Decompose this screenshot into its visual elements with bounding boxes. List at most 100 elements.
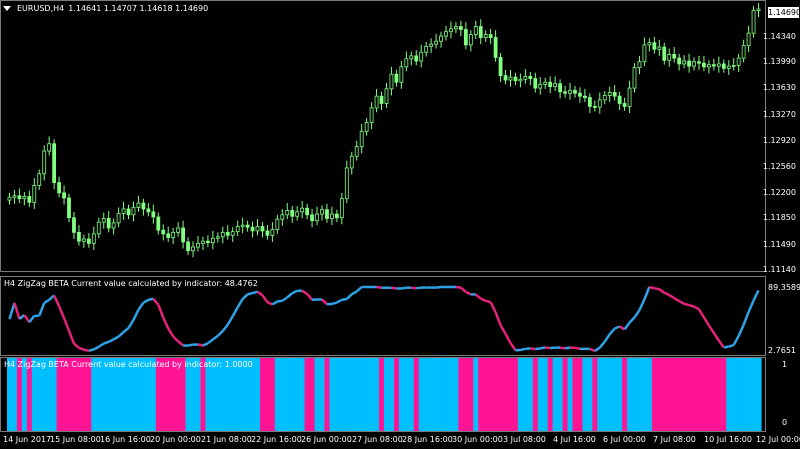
state-bar <box>537 358 544 431</box>
candle <box>22 192 27 206</box>
candle <box>523 69 528 84</box>
candle <box>513 72 518 86</box>
state-bar <box>180 358 187 431</box>
state-bar <box>711 358 717 431</box>
state-bar <box>155 358 162 431</box>
candle <box>538 77 543 95</box>
state-bar <box>602 358 608 431</box>
candle <box>62 185 66 205</box>
candle <box>275 214 280 234</box>
state-bar <box>741 358 747 431</box>
state-bar <box>582 358 588 431</box>
state-bar <box>344 358 350 431</box>
candle <box>439 31 443 48</box>
candle <box>121 201 126 220</box>
oscillator-segment <box>678 299 685 305</box>
oscillator-segment <box>574 346 581 351</box>
triangle-down-icon[interactable] <box>3 6 11 11</box>
price-tick: 1.13630 <box>762 83 796 92</box>
state-bar <box>269 358 276 431</box>
oscillator-segment <box>62 317 71 332</box>
state-bar <box>76 358 83 431</box>
time-tick: 7 Jul 08:00 <box>653 435 696 444</box>
oscillator-segment <box>480 297 487 302</box>
indicator-pane-1[interactable]: H4 ZigZag BETA Current value calculated … <box>0 276 766 356</box>
oscillator-segment <box>638 298 646 311</box>
state-bar <box>165 358 172 431</box>
indicator-pane-2[interactable]: H4 ZigZag BETA Current value calculated … <box>0 357 766 432</box>
price-tick: 1.11140 <box>762 265 796 274</box>
candle <box>344 160 349 204</box>
candle <box>657 39 662 56</box>
oscillator-segment <box>216 330 224 337</box>
state-bar <box>26 358 33 431</box>
candle <box>325 203 329 223</box>
oscillator-segment <box>628 316 636 324</box>
oscillator-segment <box>221 324 229 332</box>
candle <box>379 91 384 111</box>
oscillator-segment <box>401 286 407 290</box>
candle <box>186 237 190 256</box>
state-bar <box>299 358 306 431</box>
candle <box>672 47 677 63</box>
candle <box>330 206 334 226</box>
state-bar <box>215 358 221 431</box>
candle <box>47 136 52 156</box>
oscillator-segment <box>13 302 21 320</box>
time-axis[interactable]: 14 Jun 2017 15 Jun 08:00 16 Jun 16:00 20… <box>0 432 800 449</box>
candle <box>290 206 295 223</box>
candle <box>126 204 131 220</box>
oscillator-segment <box>654 287 660 291</box>
candle <box>493 30 498 62</box>
oscillator-segment <box>252 290 258 295</box>
indicator-1-min: 2.7651 <box>768 346 796 355</box>
state-bar <box>140 358 147 431</box>
state-bar <box>160 358 167 431</box>
state-bar <box>388 358 395 431</box>
candle <box>215 232 220 243</box>
oscillator-segment <box>172 335 180 343</box>
oscillator-segment <box>67 330 76 345</box>
state-bar <box>473 358 479 431</box>
candle <box>642 37 647 67</box>
candle <box>339 192 344 225</box>
oscillator-segment <box>281 296 288 302</box>
oscillator-segment <box>618 325 626 331</box>
state-bar <box>517 358 524 431</box>
indicator-2-label: H4 ZigZag BETA Current value calculated … <box>4 360 253 369</box>
state-bar <box>210 358 216 431</box>
candle <box>151 204 156 224</box>
candle <box>235 220 240 237</box>
candle <box>220 226 225 244</box>
state-bar <box>264 358 271 431</box>
candle <box>707 60 711 74</box>
state-bar <box>512 358 519 431</box>
candle <box>91 226 96 250</box>
state-bar <box>597 358 603 431</box>
oscillator-segment <box>509 342 517 352</box>
candle <box>86 233 91 248</box>
candle <box>96 217 101 239</box>
state-bar <box>716 358 722 431</box>
state-bar <box>329 358 335 431</box>
price-chart-pane[interactable]: EURUSD,H4 1.14641 1.14707 1.14618 1.1469… <box>0 0 766 272</box>
oscillator-segment <box>202 342 209 347</box>
state-bar <box>453 358 460 431</box>
oscillator-segment <box>728 343 735 348</box>
candle <box>692 57 696 71</box>
candle <box>349 151 354 175</box>
state-bar <box>61 358 68 431</box>
state-bar <box>636 358 643 431</box>
candle <box>458 20 463 37</box>
candle <box>478 19 483 45</box>
candle <box>449 21 453 39</box>
state-bar <box>230 358 236 431</box>
state-bar <box>423 358 430 431</box>
oscillator-segment <box>376 285 382 289</box>
candle <box>315 206 319 226</box>
candle <box>617 91 622 111</box>
candle <box>161 224 166 241</box>
oscillator-segment <box>494 311 502 326</box>
oscillator-segment <box>247 291 253 296</box>
candle <box>414 50 419 66</box>
